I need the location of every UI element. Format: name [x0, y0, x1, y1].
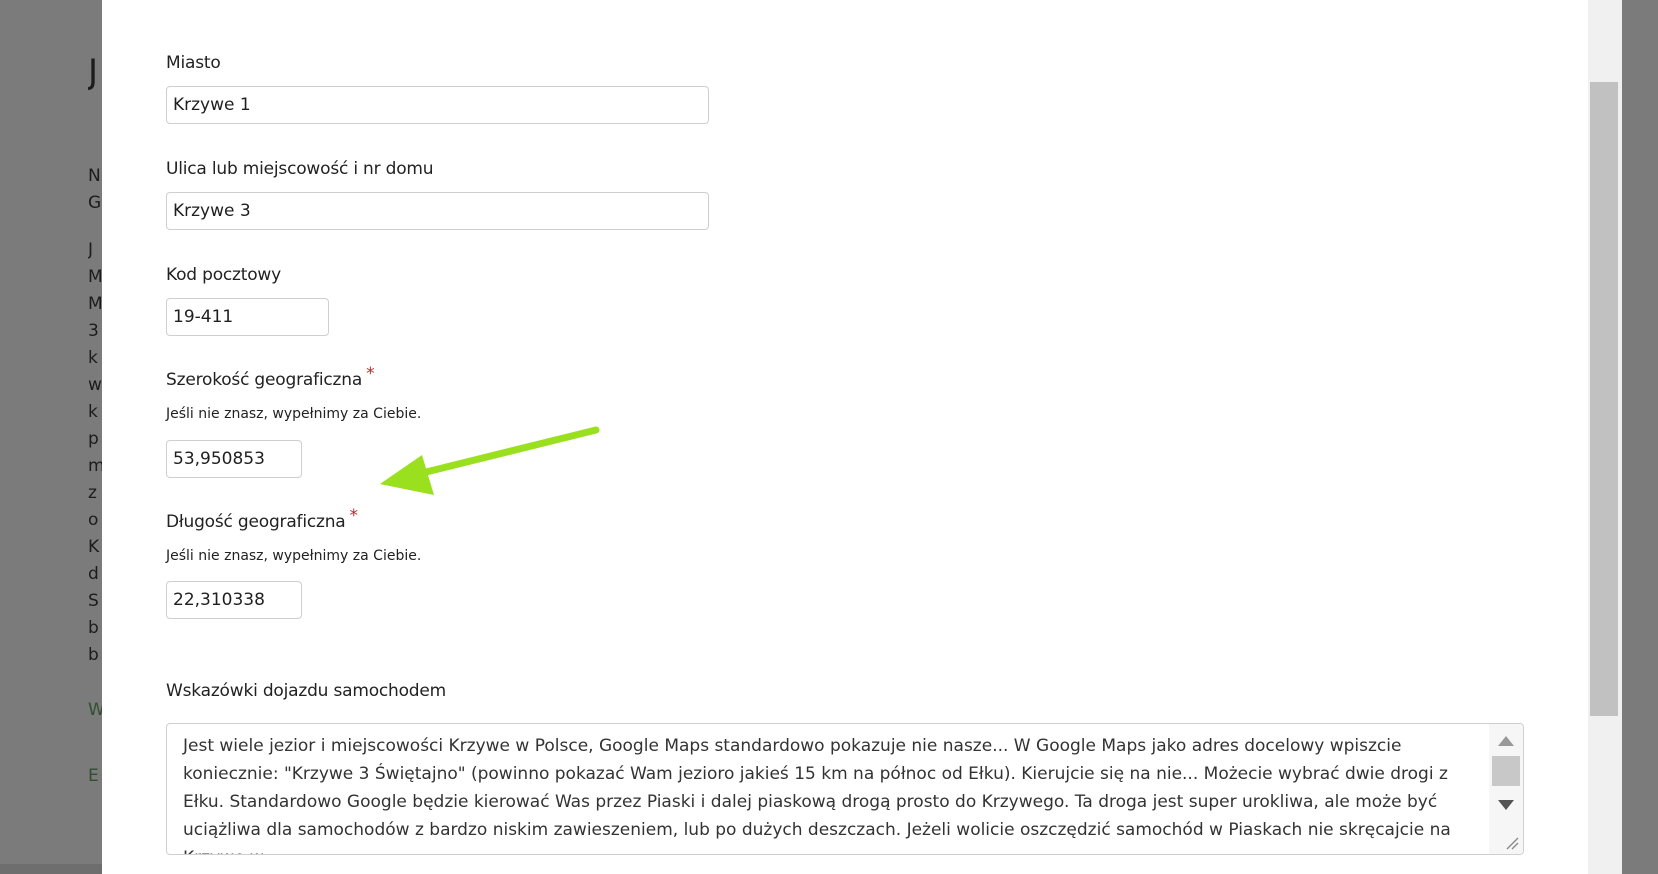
resize-handle-icon[interactable] — [1505, 836, 1519, 850]
longitude-label-text: Długość geograficzna — [166, 512, 346, 532]
postal-code-label: Kod pocztowy — [166, 265, 281, 285]
city-label: Miasto — [166, 53, 221, 73]
street-label: Ulica lub miejscowość i nr domu — [166, 159, 434, 179]
longitude-input[interactable] — [166, 581, 302, 619]
street-input[interactable] — [166, 192, 709, 230]
required-marker: * — [366, 364, 375, 384]
required-marker: * — [349, 506, 359, 526]
postal-code-input[interactable] — [166, 298, 329, 336]
scroll-up-arrow-icon[interactable] — [1498, 736, 1514, 746]
page-scrollbar-thumb[interactable] — [1590, 82, 1618, 716]
latitude-input[interactable] — [166, 440, 302, 478]
textarea-scroll-thumb[interactable] — [1492, 756, 1520, 786]
city-input[interactable] — [166, 86, 709, 124]
directions-textarea[interactable]: Jest wiele jezior i miejscowości Krzywe … — [166, 723, 1524, 855]
latitude-label: Szerokość geograficzna * — [166, 364, 375, 390]
directions-text: Jest wiele jezior i miejscowości Krzywe … — [183, 736, 1451, 854]
longitude-hint: Jeśli nie znasz, wypełnimy za Ciebie. — [166, 548, 422, 564]
annotation-arrow-icon — [380, 426, 600, 495]
overlay-right-edge — [1622, 0, 1658, 874]
textarea-scrollbar[interactable] — [1489, 724, 1523, 854]
scroll-down-arrow-icon[interactable] — [1498, 800, 1514, 810]
directions-label: Wskazówki dojazdu samochodem — [166, 681, 447, 701]
longitude-label: Długość geograficzna * — [166, 506, 358, 532]
latitude-label-text: Szerokość geograficzna — [166, 370, 363, 390]
